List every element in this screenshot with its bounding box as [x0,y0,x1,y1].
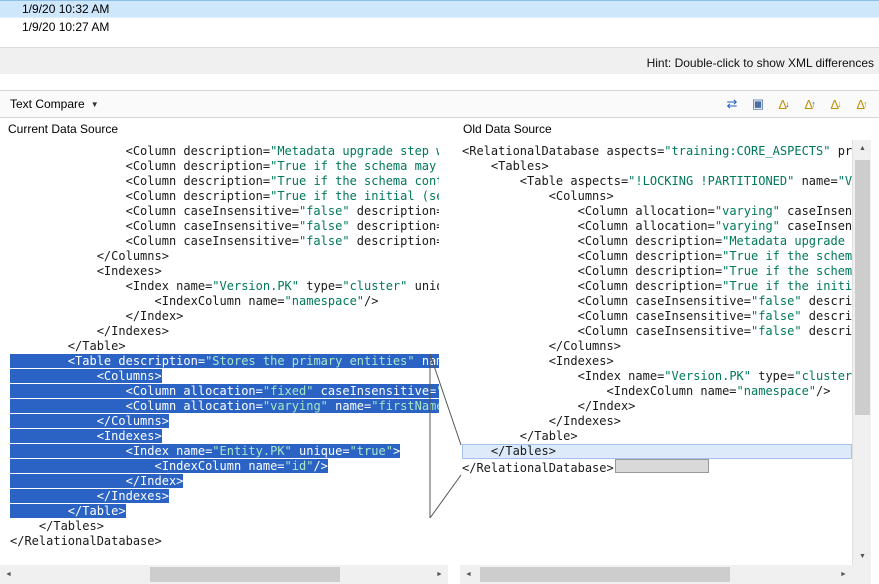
code-line[interactable]: </Index> [462,399,852,414]
code-line[interactable]: <Column description="True if the initial… [10,189,439,204]
code-line[interactable]: <Column allocation="varying" caseInsensi… [462,219,852,234]
code-line[interactable]: </Table> [462,429,852,444]
code-line[interactable]: <Index name="Version.PK" type="cluster" … [10,279,439,294]
code-line[interactable]: </RelationalDatabase> [462,459,852,474]
code-line[interactable]: <Columns> [10,369,439,384]
previous-difference-icon-arrow: ↑ [811,99,816,109]
code-line[interactable]: <Column caseInsensitive="false" descript… [462,309,852,324]
hint-bar: Hint: Double-click to show XML differenc… [0,47,879,74]
code-line[interactable]: </Index> [10,474,439,489]
code-line[interactable]: <Column description="True if the schema … [10,174,439,189]
swap-left-right-icon[interactable]: ⇄ [723,94,741,114]
code-line[interactable]: <Tables> [462,159,852,174]
history-timestamp: 1/9/20 10:27 AM [22,20,109,34]
text-compare-title: Text Compare [10,97,85,111]
code-line[interactable]: <Index name="Entity.PK" unique="true"> [10,444,439,459]
current-data-source-pane[interactable]: <Column description="Metadata upgrade st… [8,140,439,565]
right-pane-title: Old Data Source [463,118,552,140]
next-change-icon[interactable]: Δ↓ [827,94,845,114]
code-line[interactable]: <Table aspects="!LOCKING !PARTITIONED" n… [462,174,852,189]
chevron-down-icon: ▼ [91,100,99,109]
left-horizontal-scrollbar[interactable]: ◄ ► [0,565,448,584]
code-line[interactable]: <Indexes> [462,354,852,369]
compare-nav-icons: ⇄ ▣ Δ↓ Δ↑ Δ↓ Δ↑ [723,94,873,114]
code-line[interactable]: <Indexes> [10,429,439,444]
code-line[interactable]: <IndexColumn name="id"/> [10,459,439,474]
previous-change-icon-arrow: ↑ [863,99,868,109]
code-line[interactable]: </Index> [10,309,439,324]
code-line[interactable]: </Indexes> [462,414,852,429]
scroll-right-icon[interactable]: ► [835,565,852,584]
code-line[interactable]: <Table description="Stores the primary e… [10,354,439,369]
previous-difference-icon[interactable]: Δ↑ [801,94,819,114]
next-change-icon-arrow: ↓ [837,99,842,109]
copy-current-change-icon: ▣ [752,96,764,112]
scroll-left-icon[interactable]: ◄ [460,565,477,584]
previous-change-icon[interactable]: Δ↑ [853,94,871,114]
code-line[interactable]: <Column allocation="fixed" caseInsensiti… [10,384,439,399]
code-line[interactable]: <Column caseInsensitive="false" descript… [462,294,852,309]
scrollbar-corner [852,565,871,584]
right-horizontal-scrollbar-thumb[interactable] [480,567,730,582]
code-line[interactable]: <Column caseInsensitive="false" descript… [10,219,439,234]
code-line[interactable]: <IndexColumn name="namespace"/> [462,384,852,399]
vertical-scrollbar[interactable]: ▲ ▼ [852,140,871,565]
code-line[interactable]: </Columns> [10,249,439,264]
code-line[interactable]: <Column caseInsensitive="false" descript… [10,204,439,219]
code-line[interactable]: </Indexes> [10,324,439,339]
empty-diff-marker [615,459,709,473]
old-data-source-pane[interactable]: <RelationalDatabase aspects="training:CO… [460,140,852,565]
code-line[interactable]: </Tables> [10,519,439,534]
code-line[interactable]: </Indexes> [10,489,439,504]
code-line[interactable]: <Column description="True if the initial… [462,279,852,294]
copy-current-change-icon[interactable]: ▣ [749,94,767,114]
code-line[interactable]: <Indexes> [10,264,439,279]
code-line[interactable]: <IndexColumn name="namespace"/> [10,294,439,309]
code-line[interactable]: <Column caseInsensitive="false" descript… [10,234,439,249]
scroll-up-icon[interactable]: ▲ [853,140,872,157]
next-difference-icon[interactable]: Δ↓ [775,94,793,114]
code-line[interactable]: <Column description="True if the schema … [462,264,852,279]
vertical-scrollbar-thumb[interactable] [855,160,870,415]
hint-text: Hint: Double-click to show XML differenc… [647,56,874,70]
code-line[interactable]: <Column allocation="varying" name="first… [10,399,439,414]
scroll-left-icon[interactable]: ◄ [0,565,17,584]
left-horizontal-scrollbar-thumb[interactable] [150,567,340,582]
code-line[interactable]: <Column caseInsensitive="false" descript… [462,324,852,339]
swap-left-right-icon: ⇄ [727,96,738,112]
history-row[interactable]: 1/9/20 10:32 AM [0,0,879,18]
code-line[interactable]: <Column description="True if the schema … [462,249,852,264]
right-horizontal-scrollbar[interactable]: ◄ ► [460,565,852,584]
code-line[interactable]: </Columns> [462,339,852,354]
code-line[interactable]: <Column description="Metadata upgrade st… [462,234,852,249]
scroll-down-icon[interactable]: ▼ [853,548,872,565]
code-line[interactable]: <Columns> [462,189,852,204]
code-line[interactable]: </RelationalDatabase> [10,534,439,549]
code-line[interactable]: </Columns> [10,414,439,429]
left-pane-title: Current Data Source [8,118,118,140]
code-line[interactable]: <Column allocation="varying" caseInsensi… [462,204,852,219]
text-compare-toolbar: Text Compare ▼ ⇄ ▣ Δ↓ Δ↑ Δ↓ Δ↑ [0,90,879,118]
code-line[interactable]: <Index name="Version.PK" type="cluster" … [462,369,852,384]
scroll-right-icon[interactable]: ► [431,565,448,584]
compare-editor-window: 1/9/20 10:32 AM 1/9/20 10:27 AM Hint: Dou… [0,0,879,584]
text-compare-dropdown[interactable]: Text Compare ▼ [6,97,99,111]
history-row[interactable]: 1/9/20 10:27 AM [0,18,879,36]
code-line[interactable]: </Table> [10,339,439,354]
next-difference-icon-arrow: ↓ [785,99,790,109]
code-line[interactable]: <RelationalDatabase aspects="training:CO… [462,144,852,159]
code-line[interactable]: </Tables> [462,444,852,459]
code-line[interactable]: <Column description="True if the schema … [10,159,439,174]
code-line[interactable]: <Column description="Metadata upgrade st… [10,144,439,159]
history-timestamp: 1/9/20 10:32 AM [22,2,109,16]
code-line[interactable]: </Table> [10,504,439,519]
